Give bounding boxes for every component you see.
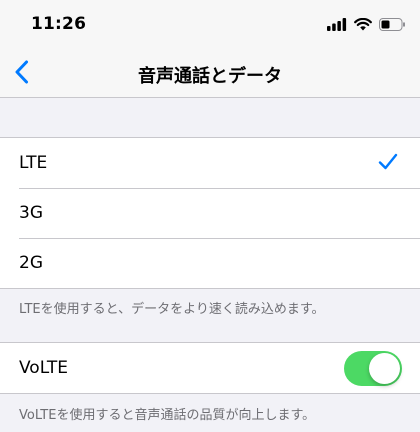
checkmark-icon [378,153,398,176]
volte-group: VoLTE [0,342,420,394]
battery-icon [379,16,406,35]
network-option-label: 3G [19,203,43,223]
navigation-bar: 音声通話とデータ [0,50,420,98]
volte-toggle[interactable] [344,351,402,386]
toggle-knob [369,353,400,384]
network-options-group: LTE 3G 2G [0,137,420,289]
cellular-signal-icon [327,16,347,35]
volte-row: VoLTE [0,343,420,393]
status-icons [327,15,406,35]
volte-footnote: VoLTEを使用すると音声通話の品質が向上します。 [19,408,316,423]
status-time: 11:26 [31,14,87,34]
wifi-icon [354,16,372,35]
network-option-label: LTE [19,153,48,173]
network-option-2g[interactable]: 2G [0,238,420,288]
volte-label: VoLTE [19,358,68,378]
network-option-3g[interactable]: 3G [0,188,420,238]
page-title: 音声通話とデータ [138,66,282,87]
network-option-label: 2G [19,253,43,273]
status-bar: 11:26 [0,0,420,50]
network-footnote: LTEを使用すると、データをより速く読み込めます。 [19,302,325,317]
network-option-lte[interactable]: LTE [0,138,420,188]
